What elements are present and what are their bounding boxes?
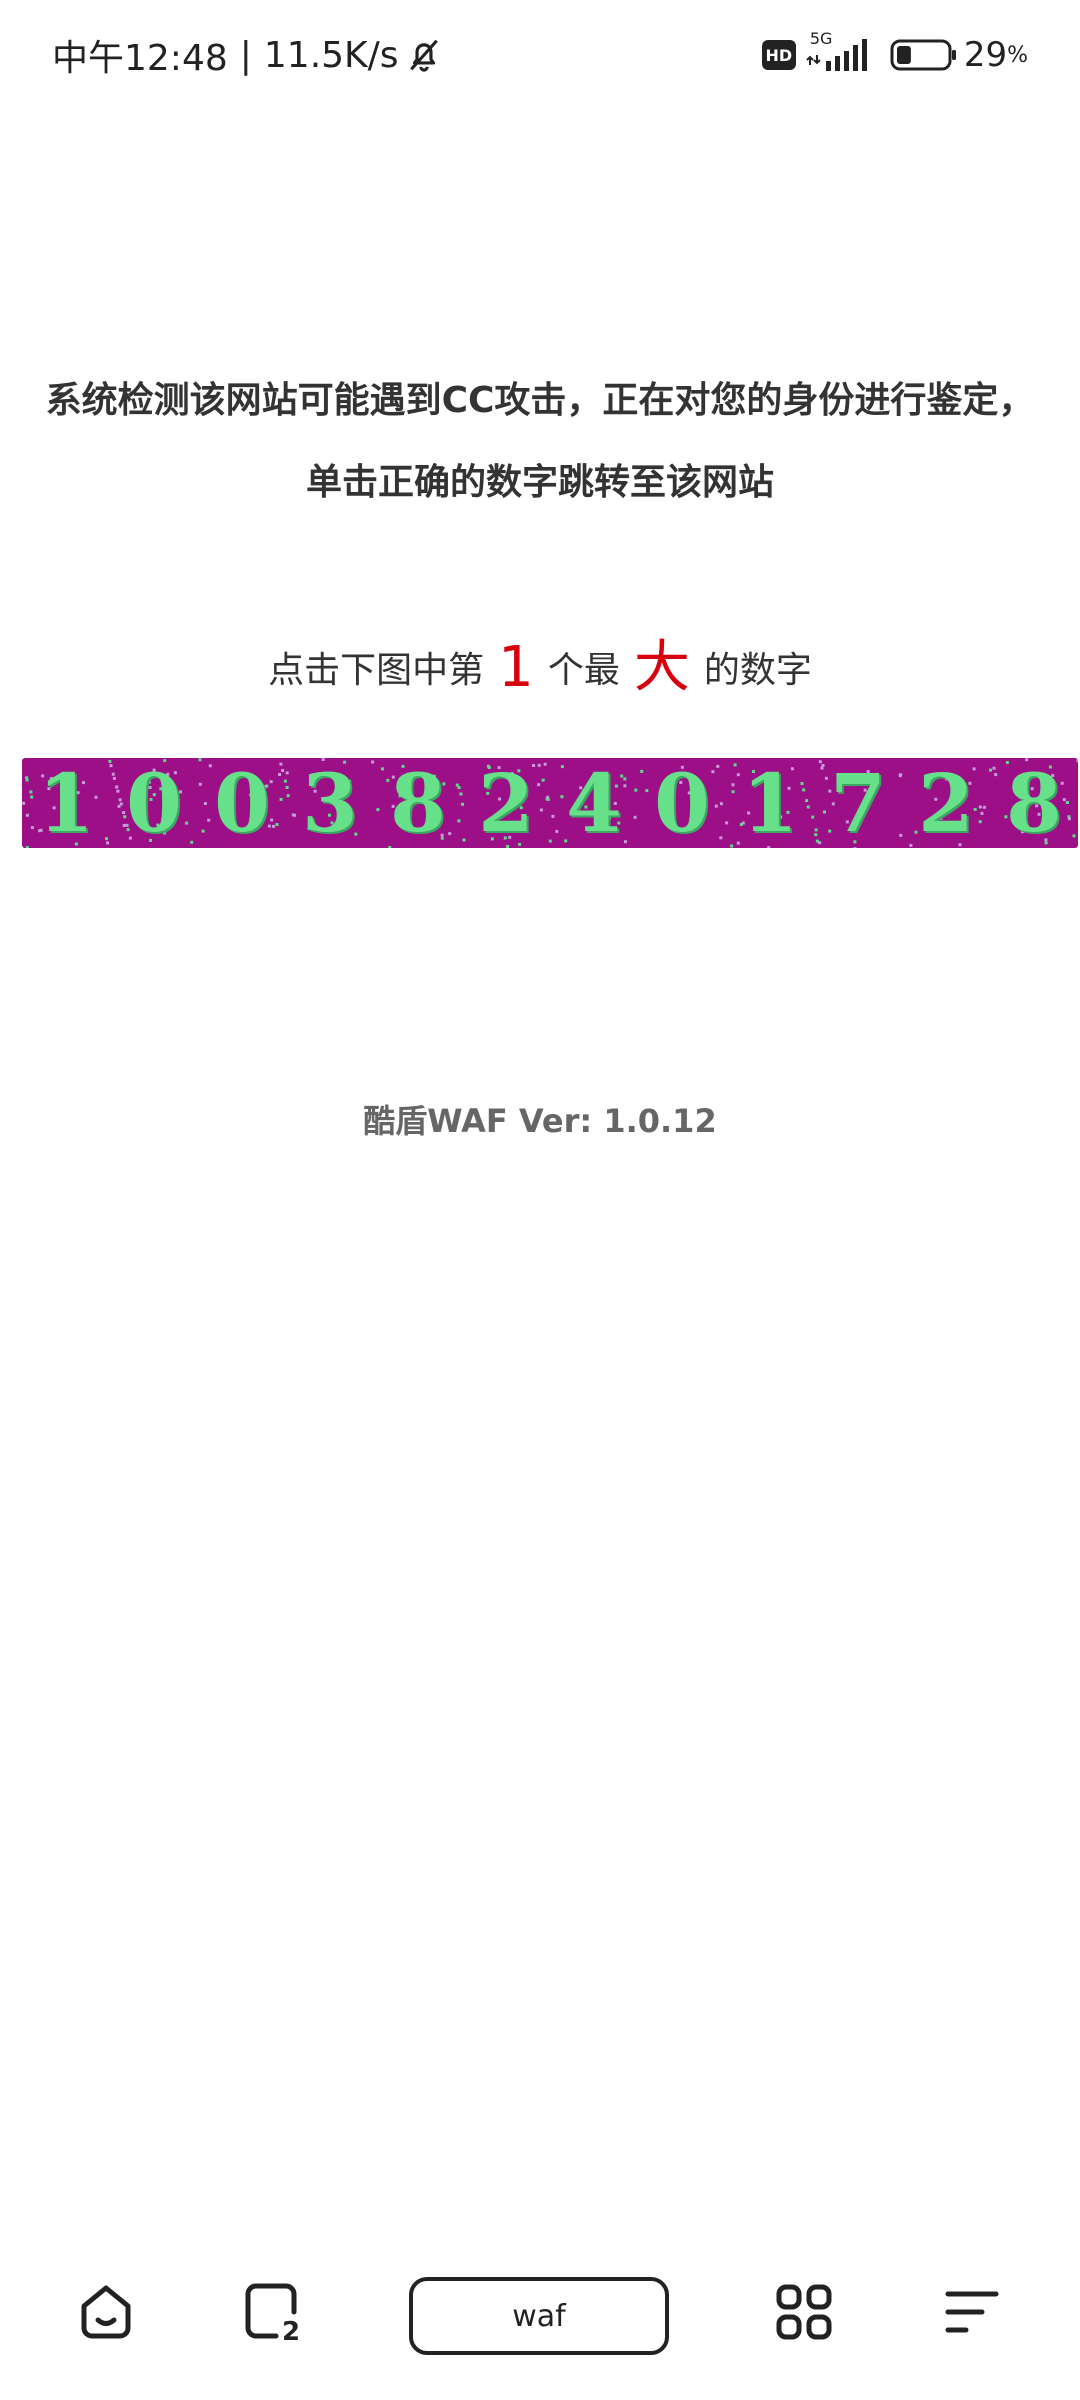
browser-bottom-bar: 2 waf [0,2220,1080,2400]
captcha-digit[interactable]: 8 [390,758,446,848]
hd-badge: HD [761,40,796,70]
network-speed: 11.5K/s [263,34,399,76]
instruction-middle: 个最 [547,650,620,691]
captcha-digit[interactable]: 1 [38,758,94,848]
captcha-digit[interactable]: 0 [126,758,182,848]
captcha-digit[interactable]: 8 [1006,758,1062,848]
signal-icon: 5G [806,29,876,75]
captcha-digit[interactable]: 2 [478,758,534,848]
captcha-digit[interactable]: 7 [830,758,886,848]
captcha-digit[interactable]: 3 [302,758,358,848]
status-bar: 中午12:48 | 11.5K/s HD 5G 29 % [0,0,1080,110]
home-icon [81,2285,131,2339]
tabs-button[interactable]: 2 [234,2272,314,2352]
waf-version: 酷盾WAF Ver: 1.0.12 [363,1102,717,1140]
status-time: 中午12:48 [52,38,228,79]
battery-percent: 29 [963,35,1008,75]
instruction-prefix: 点击下图中第 [268,650,485,691]
home-button[interactable] [66,2272,146,2352]
menu-icon [945,2291,999,2333]
battery-icon [890,39,956,71]
apps-grid-icon [776,2284,832,2340]
instruction-superlative: 大 [633,635,690,700]
apps-button[interactable] [764,2272,844,2352]
captcha-digits: 100382401728 [22,758,1078,848]
captcha-instruction: 点击下图中第 1 个最大的数字 [0,628,1080,711]
captcha-digit[interactable]: 0 [654,758,710,848]
network-type: 5G [809,29,833,48]
status-right: HD 5G 29% [761,29,1028,80]
captcha-digit[interactable]: 2 [918,758,974,848]
bell-off-icon [409,39,438,72]
instruction-suffix: 的数字 [703,650,812,691]
tabs-count: 2 [282,2317,300,2344]
captcha-image[interactable]: 100382401728 [22,758,1078,848]
captcha-digit[interactable]: 4 [566,758,622,848]
menu-button[interactable] [932,2272,1012,2352]
cc-attack-notice: 系统检测该网站可能遇到CC攻击，正在对您的身份进行鉴定，单击正确的数字跳转至该网… [45,380,1035,503]
status-left: 中午12:48 | 11.5K/s [52,30,443,80]
battery-percent-sign: % [1007,42,1028,68]
status-separator: | [239,34,252,76]
instruction-position: 1 [498,635,534,700]
captcha-digit[interactable]: 1 [742,758,798,848]
address-bar[interactable]: waf [409,2277,669,2355]
captcha-digit[interactable]: 0 [214,758,270,848]
tabs-icon: 2 [245,2283,300,2344]
